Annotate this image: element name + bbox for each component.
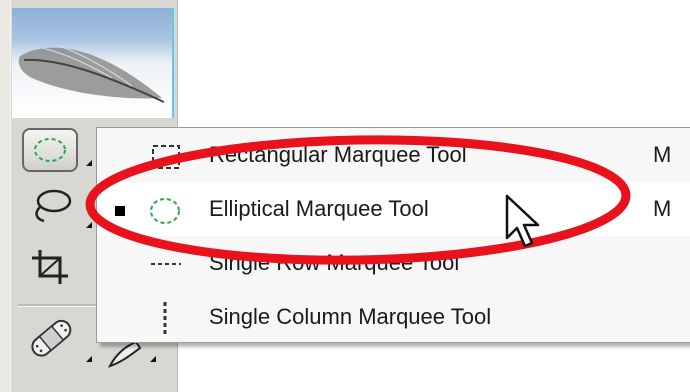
mouse-cursor-icon [505, 194, 540, 248]
photoshop-feather-logo [12, 8, 174, 118]
highlight-ellipse-annotation [85, 135, 631, 265]
lasso-icon [35, 189, 72, 223]
tool-flyout-indicator [86, 356, 92, 362]
crop-icon [32, 250, 68, 284]
tool-flyout-indicator [150, 356, 156, 362]
brush-icon [108, 340, 142, 368]
lasso-tool-button[interactable] [22, 183, 78, 227]
brush-tool-button[interactable] [102, 340, 152, 370]
healing-brush-tool-button[interactable] [22, 314, 78, 358]
menu-item-label: Single Column Marquee Tool [209, 304, 492, 329]
menu-item-shortcut: M [653, 142, 672, 167]
elliptical-marquee-tool-button[interactable] [22, 128, 78, 172]
menu-item-single-column-marquee[interactable]: Single Column Marquee Tool [97, 290, 690, 344]
feather-icon [18, 44, 165, 103]
menu-item-shortcut: M [653, 196, 672, 221]
healing-brush-icon [31, 319, 72, 357]
crop-tool-button[interactable] [22, 244, 78, 288]
single-column-marquee-icon [163, 302, 167, 334]
elliptical-marquee-icon [34, 138, 66, 162]
